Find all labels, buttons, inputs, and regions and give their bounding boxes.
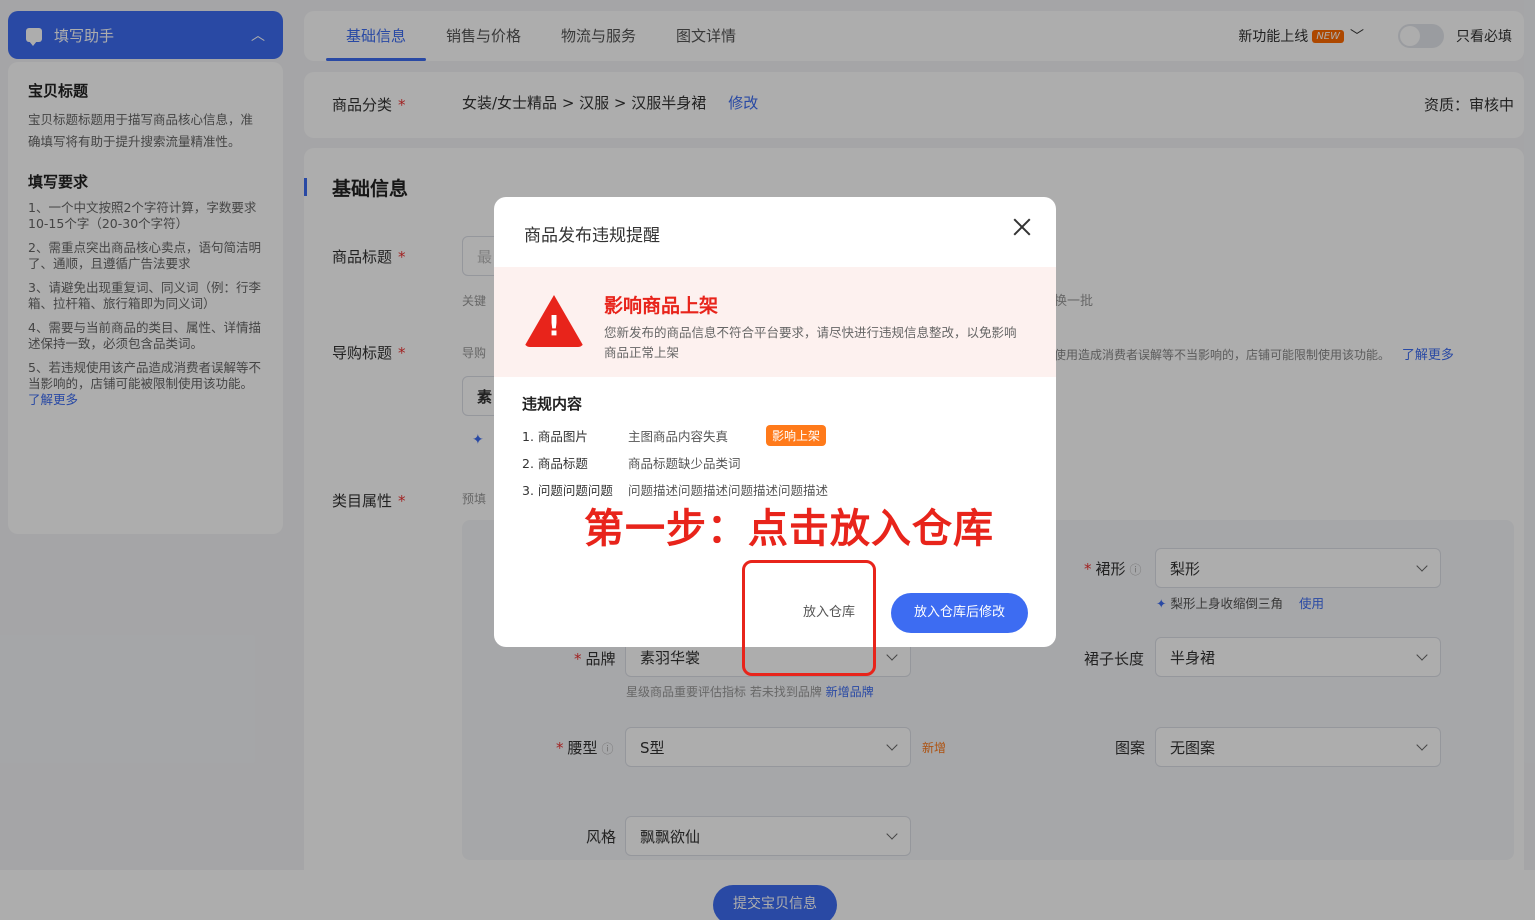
warning-band: ! 影响商品上架 您新发布的商品信息不符合平台要求，请尽快进行违规信息整改，以免… [494, 267, 1056, 377]
warning-desc: 您新发布的商品信息不符合平台要求，请尽快进行违规信息整改，以免影响商品正常上架 [604, 325, 1017, 360]
put-in-warehouse-edit-button[interactable]: 放入仓库后修改 [891, 593, 1028, 633]
violation-item: 2. 商品标题 商品标题缺少品类词 [522, 456, 741, 471]
block-listing-tag: 影响上架 [766, 425, 827, 446]
step-annotation: 第一步：点击放入仓库 [584, 506, 994, 552]
violation-item: 1. 商品图片 主图商品内容失真 影响上架 [522, 425, 827, 446]
annotation-highlight-box [742, 560, 876, 676]
close-icon[interactable] [1012, 217, 1032, 237]
dialog-title: 商品发布违规提醒 [524, 226, 660, 246]
exclamation-icon: ! [547, 309, 561, 342]
violations-heading: 违规内容 [522, 395, 583, 413]
warning-title: 影响商品上架 [604, 295, 719, 317]
